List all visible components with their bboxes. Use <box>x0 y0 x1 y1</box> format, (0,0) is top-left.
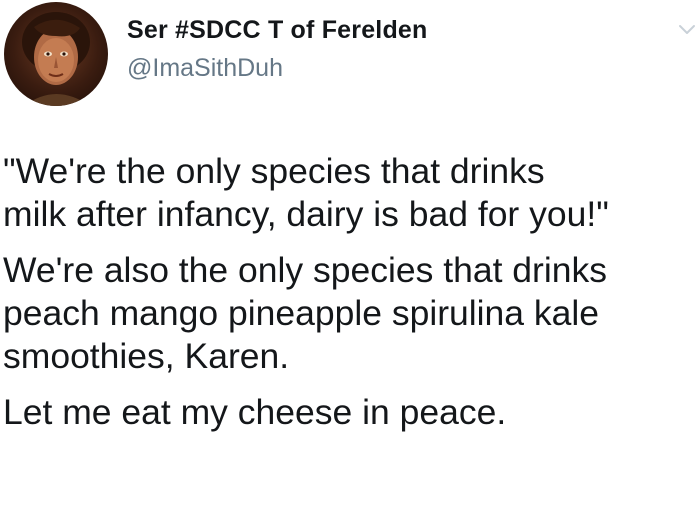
avatar-portrait-icon <box>22 12 90 106</box>
tweet-paragraph: "We're the only species that drinks milk… <box>3 151 609 234</box>
author-avatar[interactable] <box>4 2 108 106</box>
tweet-paragraph: Let me eat my cheese in peace. <box>3 392 507 432</box>
tweet-text: "We're the only species that drinks milk… <box>3 150 698 447</box>
tweet-card: Ser #SDCC T of Ferelden @ImaSithDuh "We'… <box>0 0 700 532</box>
author-display-name[interactable]: Ser #SDCC T of Ferelden <box>127 16 428 45</box>
author-handle[interactable]: @ImaSithDuh <box>127 54 283 83</box>
chevron-down-icon[interactable] <box>676 18 698 40</box>
tweet-paragraph: We're also the only species that drinks … <box>3 250 608 376</box>
